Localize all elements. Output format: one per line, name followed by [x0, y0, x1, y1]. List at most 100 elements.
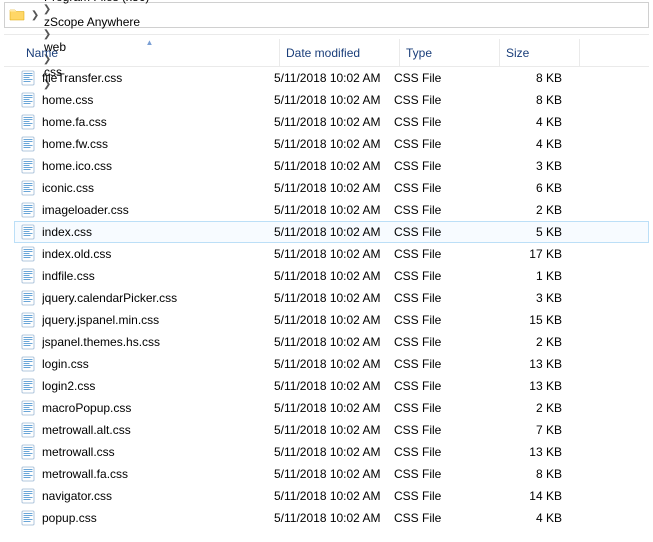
file-name-cell: iconic.css: [20, 178, 274, 198]
file-name: jquery.jspanel.min.css: [42, 313, 159, 327]
file-size: 13 KB: [494, 376, 568, 396]
chevron-right-icon[interactable]: ❯: [41, 4, 53, 15]
file-name: metrowall.alt.css: [42, 423, 131, 437]
file-type: CSS File: [394, 508, 494, 528]
file-row[interactable]: home.ico.css5/11/2018 10:02 AMCSS File3 …: [14, 155, 649, 177]
file-date: 5/11/2018 10:02 AM: [274, 420, 394, 440]
css-file-icon: [20, 488, 36, 504]
file-type: CSS File: [394, 376, 494, 396]
column-header-type-label: Type: [406, 46, 432, 60]
file-row[interactable]: macroPopup.css5/11/2018 10:02 AMCSS File…: [14, 397, 649, 419]
file-name-cell: popup.css: [20, 508, 274, 528]
file-row[interactable]: metrowall.fa.css5/11/2018 10:02 AMCSS Fi…: [14, 463, 649, 485]
file-date: 5/11/2018 10:02 AM: [274, 134, 394, 154]
file-date: 5/11/2018 10:02 AM: [274, 68, 394, 88]
file-date: 5/11/2018 10:02 AM: [274, 376, 394, 396]
file-row[interactable]: login2.css 5/11/2018 10:02 AMCSS File13 K…: [14, 375, 649, 397]
file-name-cell: login2.css: [20, 376, 274, 396]
file-date: 5/11/2018 10:02 AM: [274, 442, 394, 462]
file-row[interactable]: index.css5/11/2018 10:02 AMCSS File5 KB: [14, 221, 649, 243]
file-name: jspanel.themes.hs.css: [42, 335, 160, 349]
file-name-cell: indfile.css: [20, 266, 274, 286]
file-row[interactable]: home.css5/11/2018 10:02 AMCSS File8 KB: [14, 89, 649, 111]
file-name-cell: home.fw.css: [20, 134, 274, 154]
file-row[interactable]: home.fa.css5/11/2018 10:02 AMCSS File4 K…: [14, 111, 649, 133]
file-row[interactable]: imageloader.css5/11/2018 10:02 AMCSS Fil…: [14, 199, 649, 221]
file-name: home.ico.css: [42, 159, 112, 173]
column-header-name[interactable]: Name ▲: [20, 39, 280, 66]
file-row[interactable]: home.fw.css5/11/2018 10:02 AMCSS File4 K…: [14, 133, 649, 155]
file-size: 2 KB: [494, 200, 568, 220]
css-file-icon: [20, 334, 36, 350]
file-date: 5/11/2018 10:02 AM: [274, 288, 394, 308]
file-row[interactable]: indfile.css5/11/2018 10:02 AMCSS File1 K…: [14, 265, 649, 287]
file-row[interactable]: metrowall.alt.css 5/11/2018 10:02 AMCSS F…: [14, 419, 649, 441]
file-size: 7 KB: [494, 420, 568, 440]
file-type: CSS File: [394, 332, 494, 352]
file-name-cell: jquery.calendarPicker.css: [20, 288, 274, 308]
file-size: 6 KB: [494, 178, 568, 198]
css-file-icon: [20, 136, 36, 152]
chevron-right-icon[interactable]: ❯: [29, 10, 41, 21]
file-name-cell: macroPopup.css: [20, 398, 274, 418]
file-row[interactable]: jquery.calendarPicker.css5/11/2018 10:02…: [14, 287, 649, 309]
css-file-icon: [20, 378, 36, 394]
breadcrumb-item[interactable]: Program Files (x86): [41, 0, 152, 4]
folder-icon: [9, 7, 25, 23]
css-file-icon: [20, 246, 36, 262]
breadcrumb-bar: ❯ This PC❯Local Disk (C:)❯Program Files …: [4, 2, 649, 28]
file-name-cell: home.ico.css: [20, 156, 274, 176]
file-row[interactable]: jquery.jspanel.min.css5/11/2018 10:02 AM…: [14, 309, 649, 331]
file-date: 5/11/2018 10:02 AM: [274, 90, 394, 110]
file-name: metrowall.fa.css: [42, 467, 128, 481]
file-name-cell: navigator.css: [20, 486, 274, 506]
file-row[interactable]: metrowall.css5/11/2018 10:02 AMCSS File1…: [14, 441, 649, 463]
file-type: CSS File: [394, 266, 494, 286]
column-header-type[interactable]: Type: [400, 39, 500, 66]
file-type: CSS File: [394, 354, 494, 374]
file-date: 5/11/2018 10:02 AM: [274, 508, 394, 528]
css-file-icon: [20, 290, 36, 306]
breadcrumb-item[interactable]: zScope Anywhere: [41, 15, 152, 29]
column-header-date[interactable]: Date modified: [280, 39, 400, 66]
file-type: CSS File: [394, 244, 494, 264]
file-date: 5/11/2018 10:02 AM: [274, 266, 394, 286]
column-header-size[interactable]: Size: [500, 39, 580, 66]
file-size: 3 KB: [494, 156, 568, 176]
file-row[interactable]: login.css5/11/2018 10:02 AMCSS File13 KB: [14, 353, 649, 375]
file-row[interactable]: jspanel.themes.hs.css5/11/2018 10:02 AMC…: [14, 331, 649, 353]
file-name: login2.css: [42, 379, 95, 393]
file-type: CSS File: [394, 398, 494, 418]
file-type: CSS File: [394, 90, 494, 110]
file-name: home.fa.css: [42, 115, 107, 129]
file-type: CSS File: [394, 288, 494, 308]
file-size: 1 KB: [494, 266, 568, 286]
column-header-date-label: Date modified: [286, 46, 360, 60]
css-file-icon: [20, 202, 36, 218]
css-file-icon: [20, 92, 36, 108]
file-row[interactable]: fileTransfer.css 5/11/2018 10:02 AMCSS Fi…: [14, 67, 649, 89]
file-row[interactable]: popup.css5/11/2018 10:02 AMCSS File4 KB: [14, 507, 649, 529]
file-type: CSS File: [394, 156, 494, 176]
file-name: metrowall.css: [42, 445, 115, 459]
file-name: fileTransfer.css: [42, 71, 122, 85]
file-row[interactable]: index.old.css5/11/2018 10:02 AMCSS File1…: [14, 243, 649, 265]
css-file-icon: [20, 356, 36, 372]
file-type: CSS File: [394, 200, 494, 220]
file-name: macroPopup.css: [42, 401, 131, 415]
file-size: 13 KB: [494, 354, 568, 374]
file-name-cell: home.fa.css: [20, 112, 274, 132]
file-name: iconic.css: [42, 181, 94, 195]
column-headers: Name ▲ Date modified Type Size: [4, 39, 649, 67]
file-size: 8 KB: [494, 464, 568, 484]
file-name-cell: jspanel.themes.hs.css: [20, 332, 274, 352]
file-size: 8 KB: [494, 90, 568, 110]
css-file-icon: [20, 180, 36, 196]
file-row[interactable]: navigator.css5/11/2018 10:02 AMCSS File1…: [14, 485, 649, 507]
file-size: 4 KB: [494, 134, 568, 154]
file-type: CSS File: [394, 420, 494, 440]
file-name-cell: index.css: [20, 222, 274, 242]
css-file-icon: [20, 422, 36, 438]
file-type: CSS File: [394, 68, 494, 88]
file-row[interactable]: iconic.css5/11/2018 10:02 AMCSS File6 KB: [14, 177, 649, 199]
